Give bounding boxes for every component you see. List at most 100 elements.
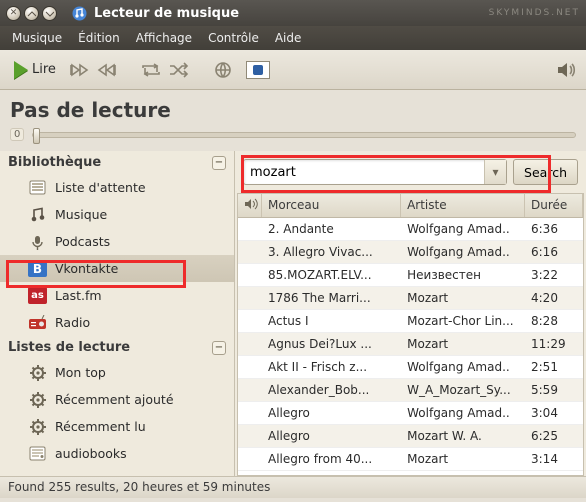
watermark: SKYMINDS.NET bbox=[489, 8, 580, 18]
cell-playing bbox=[238, 379, 262, 401]
cell-playing bbox=[238, 241, 262, 263]
app-icon bbox=[71, 5, 88, 22]
sidebar-playlist-recent-played[interactable]: Récemment lu bbox=[0, 413, 234, 440]
nowplaying-title: Pas de lecture bbox=[10, 98, 576, 122]
music-icon bbox=[28, 206, 47, 223]
col-playing[interactable] bbox=[238, 194, 262, 217]
table-row[interactable]: 85.MOZART.ELV...Неизвестен3:22 bbox=[238, 264, 583, 287]
volume-button[interactable] bbox=[556, 61, 578, 79]
cell-playing bbox=[238, 287, 262, 309]
table-row[interactable]: Allegro from 40...Mozart3:14 bbox=[238, 448, 583, 471]
gear-icon bbox=[28, 418, 47, 435]
cell-artist: Mozart bbox=[401, 287, 525, 309]
cell-playing bbox=[238, 356, 262, 378]
cell-track: Allegro bbox=[262, 425, 401, 447]
cell-playing bbox=[238, 425, 262, 447]
sidebar-playlist-montop[interactable]: Mon top bbox=[0, 359, 234, 386]
seek-time: 0 bbox=[10, 128, 24, 141]
previous-button[interactable] bbox=[68, 61, 90, 79]
window-title: Lecteur de musique bbox=[94, 6, 239, 21]
table-row[interactable]: Akt II - Frisch z...Wolfgang Amad..2:51 bbox=[238, 356, 583, 379]
cell-artist: Wolfgang Amad.. bbox=[401, 218, 525, 240]
menu-help[interactable]: Aide bbox=[269, 28, 308, 48]
table-row[interactable]: 1786 The Marri...Mozart4:20 bbox=[238, 287, 583, 310]
cell-duration: 2:51 bbox=[525, 356, 583, 378]
cell-track: Agnus Dei?Lux ... bbox=[262, 333, 401, 355]
cell-track: 2. Andante bbox=[262, 218, 401, 240]
cell-duration: 6:36 bbox=[525, 218, 583, 240]
cell-duration: 5:59 bbox=[525, 379, 583, 401]
table-row[interactable]: Agnus Dei?Lux ...Mozart11:29 bbox=[238, 333, 583, 356]
combo-arrow-icon[interactable]: ▾ bbox=[484, 160, 506, 184]
titlebar: ✕ Lecteur de musique SKYMINDS.NET bbox=[0, 0, 586, 26]
cell-duration: 8:28 bbox=[525, 310, 583, 332]
queue-icon bbox=[28, 179, 47, 196]
gear-icon bbox=[28, 364, 47, 381]
menu-music[interactable]: Musique bbox=[6, 28, 68, 48]
sidebar-item-label: Podcasts bbox=[55, 234, 110, 249]
menubar: Musique Édition Affichage Contrôle Aide bbox=[0, 26, 586, 50]
menu-control[interactable]: Contrôle bbox=[202, 28, 265, 48]
cell-duration: 4:20 bbox=[525, 287, 583, 309]
cell-track: Alexander_Bob... bbox=[262, 379, 401, 401]
playlists-collapse-icon[interactable]: − bbox=[212, 341, 226, 355]
cell-track: Actus I bbox=[262, 310, 401, 332]
play-label: Lire bbox=[32, 62, 56, 77]
seek-slider[interactable] bbox=[32, 132, 576, 138]
sidebar-item-lastfm[interactable]: as Last.fm bbox=[0, 282, 234, 309]
col-artist[interactable]: Artiste bbox=[401, 194, 525, 217]
search-button[interactable]: Search bbox=[513, 159, 578, 185]
sidebar-playlist-audiobooks[interactable]: audiobooks bbox=[0, 440, 234, 467]
cell-artist: Mozart bbox=[401, 448, 525, 470]
sidebar-item-podcasts[interactable]: Podcasts bbox=[0, 228, 234, 255]
table-row[interactable]: Actus IMozart-Chor Lin...8:28 bbox=[238, 310, 583, 333]
sidebar-item-music[interactable]: Musique bbox=[0, 201, 234, 228]
sidebar-item-radio[interactable]: Radio bbox=[0, 309, 234, 336]
menu-edit[interactable]: Édition bbox=[72, 28, 126, 48]
col-track[interactable]: Morceau bbox=[262, 194, 401, 217]
cell-artist: W_A_Mozart_Sy... bbox=[401, 379, 525, 401]
sidebar-item-vkontakte[interactable]: B Vkontakte bbox=[0, 255, 234, 282]
col-duration[interactable]: Durée bbox=[525, 194, 583, 217]
cell-artist: Wolfgang Amad.. bbox=[401, 241, 525, 263]
statusbar: Found 255 results, 20 heures et 59 minut… bbox=[0, 476, 586, 498]
close-icon[interactable]: ✕ bbox=[6, 6, 21, 21]
nowplaying-area: Pas de lecture bbox=[0, 90, 586, 124]
cell-artist: Mozart-Chor Lin... bbox=[401, 310, 525, 332]
next-button[interactable] bbox=[96, 61, 118, 79]
visualizer-button[interactable] bbox=[240, 58, 276, 82]
repeat-button[interactable] bbox=[140, 61, 162, 79]
cell-playing bbox=[238, 333, 262, 355]
table-row[interactable]: Alexander_Bob...W_A_Mozart_Sy...5:59 bbox=[238, 379, 583, 402]
sidebar-item-queue[interactable]: Liste d'attente bbox=[0, 174, 234, 201]
cell-track: Allegro bbox=[262, 402, 401, 424]
cell-playing bbox=[238, 218, 262, 240]
table-row[interactable]: AllegroMozart W. A.6:25 bbox=[238, 425, 583, 448]
table-row[interactable]: 2. AndanteWolfgang Amad..6:36 bbox=[238, 218, 583, 241]
library-header: Bibliothèque − bbox=[0, 151, 234, 174]
search-input[interactable] bbox=[244, 165, 484, 180]
podcast-icon bbox=[28, 233, 47, 250]
maximize-icon[interactable] bbox=[42, 6, 57, 21]
library-collapse-icon[interactable]: − bbox=[212, 156, 226, 170]
cell-playing bbox=[238, 402, 262, 424]
menu-view[interactable]: Affichage bbox=[130, 28, 198, 48]
play-button[interactable]: Lire bbox=[8, 58, 62, 82]
cell-track: Allegro from 40... bbox=[262, 448, 401, 470]
sidebar-item-label: Mon top bbox=[55, 365, 106, 380]
sidebar-playlist-recent-added[interactable]: Récemment ajouté bbox=[0, 386, 234, 413]
shuffle-button[interactable] bbox=[168, 61, 190, 79]
cell-artist: Mozart W. A. bbox=[401, 425, 525, 447]
table-row[interactable]: 3. Allegro Vivac...Wolfgang Amad..6:16 bbox=[238, 241, 583, 264]
results-table: Morceau Artiste Durée 2. AndanteWolfgang… bbox=[237, 193, 584, 476]
browser-button[interactable] bbox=[212, 61, 234, 79]
search-field[interactable]: ▾ bbox=[243, 159, 507, 185]
toolbar: Lire bbox=[0, 50, 586, 90]
cell-artist: Mozart bbox=[401, 333, 525, 355]
cell-track: 85.MOZART.ELV... bbox=[262, 264, 401, 286]
cell-artist: Wolfgang Amad.. bbox=[401, 356, 525, 378]
sidebar-item-label: Vkontakte bbox=[55, 261, 118, 276]
radio-icon bbox=[28, 314, 47, 331]
minimize-icon[interactable] bbox=[24, 6, 39, 21]
table-row[interactable]: AllegroWolfgang Amad..3:04 bbox=[238, 402, 583, 425]
